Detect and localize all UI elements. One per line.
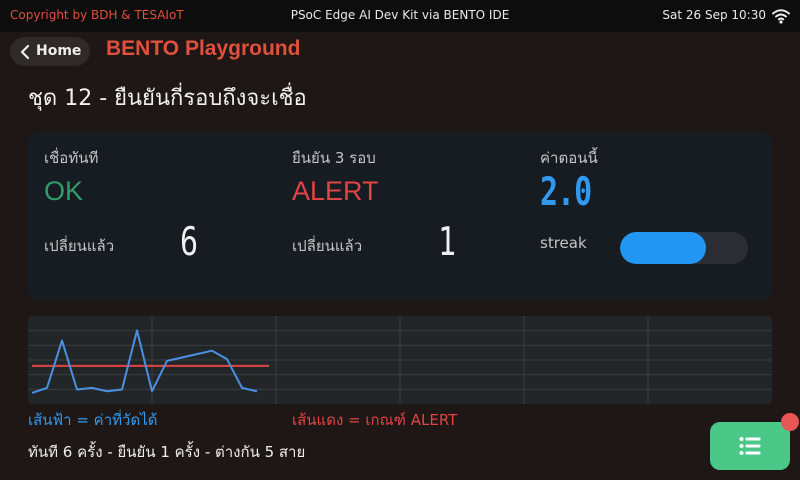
datetime: Sat 26 Sep 10:30 xyxy=(662,8,766,22)
current-value: 2.0 xyxy=(540,170,592,216)
sensor-chart-svg xyxy=(28,316,772,404)
immediate-state: OK xyxy=(44,176,84,206)
confirm-changed-label: เปลี่ยนแล้ว xyxy=(292,237,363,255)
home-button-label: Home xyxy=(36,43,82,59)
current-value-label: ค่าตอนนี้ xyxy=(540,149,598,167)
home-button[interactable]: Home xyxy=(10,37,90,66)
sensor-chart xyxy=(28,316,772,404)
chevron-left-icon xyxy=(20,45,30,59)
streak-progress-bar xyxy=(620,232,748,264)
summary-text: ทันที 6 ครั้ง - ยืนยัน 1 ครั้ง - ต่างกัน… xyxy=(28,443,306,461)
immediate-changed-label: เปลี่ยนแล้ว xyxy=(44,237,115,255)
immediate-changed-count: 6 xyxy=(180,220,199,266)
chart-series-line xyxy=(31,329,258,394)
menu-fab-button[interactable] xyxy=(710,422,790,470)
confirm-label: ยืนยัน 3 รอบ xyxy=(292,149,376,167)
streak-progress-fill xyxy=(620,232,706,264)
app-title: BENTO Playground xyxy=(106,37,301,60)
confirm-state: ALERT xyxy=(292,176,379,206)
legend-threshold: เส้นแดง = เกณฑ์ ALERT xyxy=(292,411,458,429)
page-title: ชุด 12 - ยืนยันกี่รอบถึงจะเชื่อ xyxy=(28,86,307,111)
wifi-icon xyxy=(772,9,790,24)
notification-badge xyxy=(781,413,799,431)
streak-label: streak xyxy=(540,234,587,252)
status-panel: เชื่อทันที OK เปลี่ยนแล้ว 6 ยืนยัน 3 รอบ… xyxy=(28,132,772,300)
immediate-label: เชื่อทันที xyxy=(44,149,99,167)
top-status-bar: Copyright by BDH & TESAIoT PSoC Edge AI … xyxy=(0,0,800,32)
confirm-changed-count: 1 xyxy=(438,220,457,266)
list-icon xyxy=(739,437,761,455)
legend-measured: เส้นฟ้า = ค่าที่วัดได้ xyxy=(28,411,158,429)
